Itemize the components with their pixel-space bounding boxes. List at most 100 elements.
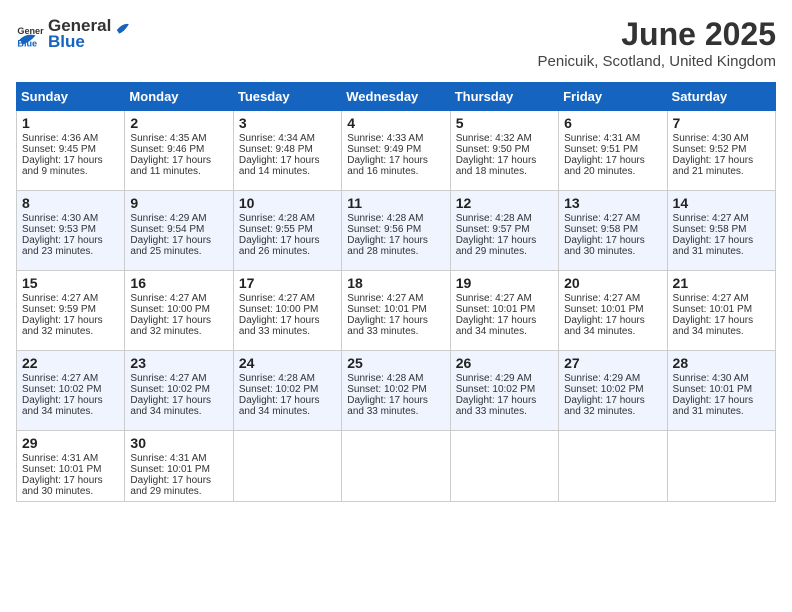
daylight-label: Daylight: 17 hours and 28 minutes. [347, 235, 428, 257]
calendar-week-row: 29 Sunrise: 4:31 AM Sunset: 10:01 PM Day… [17, 431, 776, 502]
sunset-label: Sunset: 10:02 PM [239, 384, 319, 395]
header-monday: Monday [125, 83, 233, 111]
sunrise-label: Sunrise: 4:32 AM [456, 133, 532, 144]
sunset-label: Sunset: 10:02 PM [347, 384, 427, 395]
day-number: 10 [239, 195, 336, 211]
calendar-cell: 7 Sunrise: 4:30 AM Sunset: 9:52 PM Dayli… [667, 111, 775, 191]
logo: General Blue General Blue [16, 16, 131, 52]
sunset-label: Sunset: 10:01 PM [130, 464, 210, 475]
daylight-label: Daylight: 17 hours and 14 minutes. [239, 155, 320, 177]
day-number: 20 [564, 275, 661, 291]
calendar-header-row: SundayMondayTuesdayWednesdayThursdayFrid… [17, 83, 776, 111]
logo-bird-icon [112, 18, 130, 36]
day-number: 24 [239, 355, 336, 371]
calendar-table: SundayMondayTuesdayWednesdayThursdayFrid… [16, 82, 776, 502]
calendar-cell: 28 Sunrise: 4:30 AM Sunset: 10:01 PM Day… [667, 351, 775, 431]
daylight-label: Daylight: 17 hours and 30 minutes. [22, 475, 103, 497]
svg-text:Blue: Blue [17, 39, 37, 48]
calendar-cell: 21 Sunrise: 4:27 AM Sunset: 10:01 PM Day… [667, 271, 775, 351]
sunset-label: Sunset: 9:58 PM [673, 224, 747, 235]
calendar-cell: 15 Sunrise: 4:27 AM Sunset: 9:59 PM Dayl… [17, 271, 125, 351]
calendar-cell: 25 Sunrise: 4:28 AM Sunset: 10:02 PM Day… [342, 351, 450, 431]
sunset-label: Sunset: 9:57 PM [456, 224, 530, 235]
sunset-label: Sunset: 10:01 PM [456, 304, 536, 315]
sunrise-label: Sunrise: 4:30 AM [22, 213, 98, 224]
sunrise-label: Sunrise: 4:29 AM [564, 373, 640, 384]
calendar-cell: 20 Sunrise: 4:27 AM Sunset: 10:01 PM Day… [559, 271, 667, 351]
sunset-label: Sunset: 10:01 PM [22, 464, 102, 475]
calendar-cell: 6 Sunrise: 4:31 AM Sunset: 9:51 PM Dayli… [559, 111, 667, 191]
daylight-label: Daylight: 17 hours and 31 minutes. [673, 235, 754, 257]
page-header: General Blue General Blue June 2025 Peni… [16, 16, 776, 70]
day-number: 6 [564, 115, 661, 131]
day-number: 27 [564, 355, 661, 371]
daylight-label: Daylight: 17 hours and 34 minutes. [239, 395, 320, 417]
calendar-cell: 1 Sunrise: 4:36 AM Sunset: 9:45 PM Dayli… [17, 111, 125, 191]
location-title: Penicuik, Scotland, United Kingdom [538, 53, 776, 70]
day-number: 2 [130, 115, 227, 131]
header-sunday: Sunday [17, 83, 125, 111]
sunset-label: Sunset: 9:52 PM [673, 144, 747, 155]
day-number: 12 [456, 195, 553, 211]
sunrise-label: Sunrise: 4:34 AM [239, 133, 315, 144]
sunrise-label: Sunrise: 4:28 AM [239, 213, 315, 224]
sunset-label: Sunset: 9:56 PM [347, 224, 421, 235]
sunset-label: Sunset: 9:54 PM [130, 224, 204, 235]
sunset-label: Sunset: 9:53 PM [22, 224, 96, 235]
sunrise-label: Sunrise: 4:31 AM [564, 133, 640, 144]
day-number: 5 [456, 115, 553, 131]
day-number: 25 [347, 355, 444, 371]
sunrise-label: Sunrise: 4:27 AM [347, 293, 423, 304]
calendar-cell: 27 Sunrise: 4:29 AM Sunset: 10:02 PM Day… [559, 351, 667, 431]
sunrise-label: Sunrise: 4:27 AM [130, 373, 206, 384]
sunrise-label: Sunrise: 4:33 AM [347, 133, 423, 144]
sunset-label: Sunset: 10:01 PM [673, 304, 753, 315]
sunrise-label: Sunrise: 4:31 AM [130, 453, 206, 464]
sunrise-label: Sunrise: 4:27 AM [564, 213, 640, 224]
calendar-cell: 2 Sunrise: 4:35 AM Sunset: 9:46 PM Dayli… [125, 111, 233, 191]
daylight-label: Daylight: 17 hours and 34 minutes. [22, 395, 103, 417]
day-number: 22 [22, 355, 119, 371]
daylight-label: Daylight: 17 hours and 34 minutes. [673, 315, 754, 337]
month-title: June 2025 [538, 16, 776, 53]
calendar-cell: 30 Sunrise: 4:31 AM Sunset: 10:01 PM Day… [125, 431, 233, 502]
sunrise-label: Sunrise: 4:27 AM [564, 293, 640, 304]
day-number: 1 [22, 115, 119, 131]
sunset-label: Sunset: 10:02 PM [456, 384, 536, 395]
sunrise-label: Sunrise: 4:27 AM [456, 293, 532, 304]
sunrise-label: Sunrise: 4:27 AM [673, 293, 749, 304]
sunrise-label: Sunrise: 4:35 AM [130, 133, 206, 144]
header-wednesday: Wednesday [342, 83, 450, 111]
daylight-label: Daylight: 17 hours and 33 minutes. [347, 315, 428, 337]
daylight-label: Daylight: 17 hours and 26 minutes. [239, 235, 320, 257]
calendar-week-row: 8 Sunrise: 4:30 AM Sunset: 9:53 PM Dayli… [17, 191, 776, 271]
calendar-cell [450, 431, 558, 502]
day-number: 28 [673, 355, 770, 371]
day-number: 4 [347, 115, 444, 131]
sunset-label: Sunset: 10:02 PM [564, 384, 644, 395]
day-number: 18 [347, 275, 444, 291]
sunrise-label: Sunrise: 4:29 AM [130, 213, 206, 224]
sunset-label: Sunset: 9:58 PM [564, 224, 638, 235]
daylight-label: Daylight: 17 hours and 34 minutes. [130, 395, 211, 417]
calendar-week-row: 1 Sunrise: 4:36 AM Sunset: 9:45 PM Dayli… [17, 111, 776, 191]
calendar-week-row: 15 Sunrise: 4:27 AM Sunset: 9:59 PM Dayl… [17, 271, 776, 351]
calendar-cell [342, 431, 450, 502]
daylight-label: Daylight: 17 hours and 29 minutes. [130, 475, 211, 497]
calendar-cell: 19 Sunrise: 4:27 AM Sunset: 10:01 PM Day… [450, 271, 558, 351]
svg-text:General: General [17, 26, 44, 36]
calendar-cell [667, 431, 775, 502]
calendar-cell: 13 Sunrise: 4:27 AM Sunset: 9:58 PM Dayl… [559, 191, 667, 271]
day-number: 26 [456, 355, 553, 371]
day-number: 21 [673, 275, 770, 291]
day-number: 17 [239, 275, 336, 291]
day-number: 29 [22, 435, 119, 451]
daylight-label: Daylight: 17 hours and 16 minutes. [347, 155, 428, 177]
calendar-cell: 24 Sunrise: 4:28 AM Sunset: 10:02 PM Day… [233, 351, 341, 431]
title-area: June 2025 Penicuik, Scotland, United Kin… [538, 16, 776, 70]
calendar-cell: 23 Sunrise: 4:27 AM Sunset: 10:02 PM Day… [125, 351, 233, 431]
header-friday: Friday [559, 83, 667, 111]
daylight-label: Daylight: 17 hours and 21 minutes. [673, 155, 754, 177]
calendar-cell [559, 431, 667, 502]
logo-icon: General Blue [16, 20, 44, 48]
